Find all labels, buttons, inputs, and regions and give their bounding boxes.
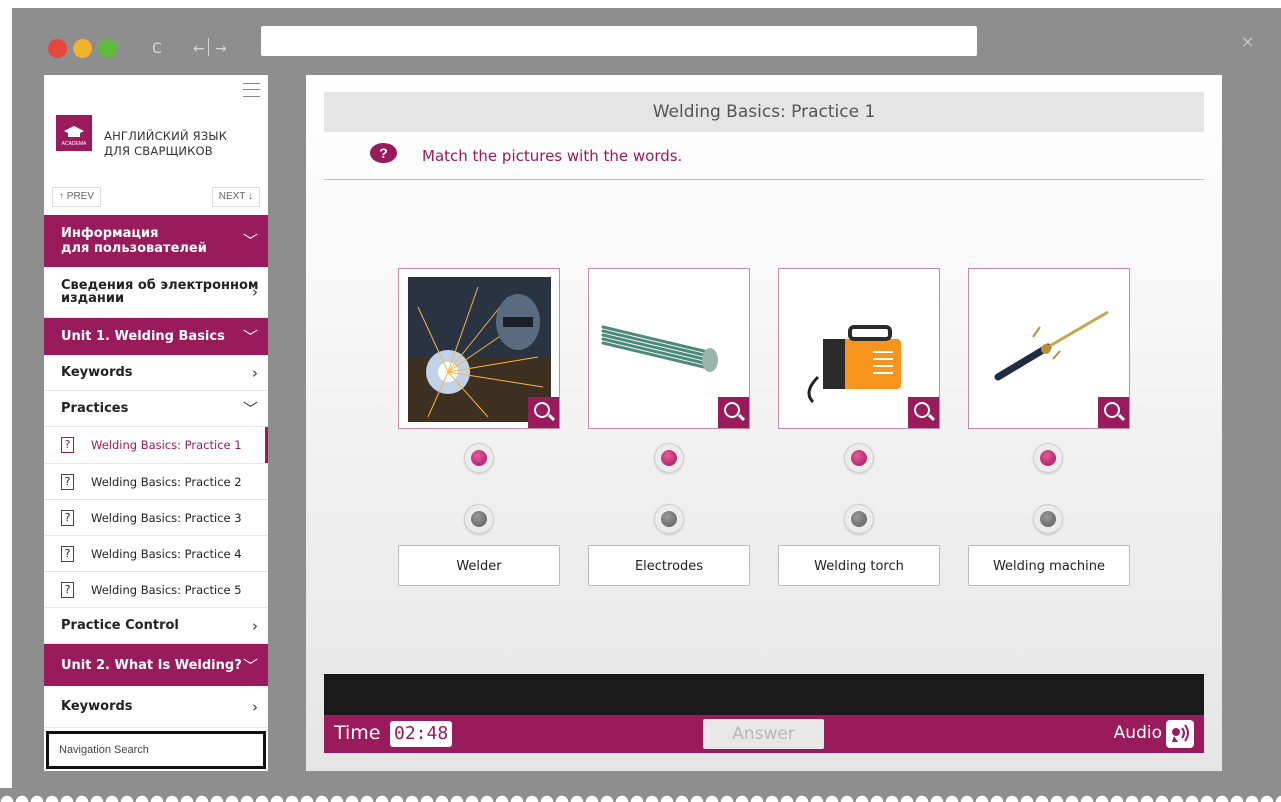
nav-item-practices[interactable]: Practices ﹀ [44, 391, 268, 427]
nav-section-user-info[interactable]: Информация для пользователей ﹀ [44, 215, 268, 267]
menu-icon[interactable] [243, 83, 260, 97]
nav-item-keywords-unit1[interactable]: Keywords › [44, 355, 268, 391]
page-title: Welding Basics: Practice 1 [324, 92, 1204, 132]
sidebar: ACADEMA АНГЛИЙСКИЙ ЯЗЫК ДЛЯ СВАРЩИКОВ ↑ … [44, 75, 268, 771]
address-bar[interactable] [261, 26, 977, 56]
word-radio-3[interactable] [844, 504, 874, 534]
nav-practice-label: Welding Basics: Practice 1 [91, 438, 242, 452]
nav-practice-1[interactable]: ? Welding Basics: Practice 1 [44, 427, 268, 464]
active-indicator [265, 427, 268, 463]
instruction-text: Match the pictures with the words. [422, 147, 683, 165]
zoom-icon[interactable] [908, 397, 939, 428]
nav-item-practice-control[interactable]: Practice Control › [44, 608, 268, 644]
chevron-down-icon: ﹀ [242, 400, 258, 418]
chevron-right-icon: › [252, 363, 258, 382]
course-title-line1: АНГЛИЙСКИЙ ЯЗЫК [104, 129, 228, 143]
graduation-cap-icon: ACADEMA [62, 126, 87, 147]
picture-radio-3[interactable] [844, 443, 874, 473]
window-controls [48, 39, 117, 58]
nav-section-user-info-label1: Информация [61, 226, 159, 241]
question-box-icon: ? [61, 545, 74, 562]
nav-practice-label: Welding Basics: Practice 5 [91, 582, 242, 597]
audio-label: Audio [1113, 723, 1162, 743]
chevron-right-icon: › [252, 616, 258, 635]
minimize-window-button[interactable] [73, 39, 92, 58]
word-radio-1[interactable] [464, 504, 494, 534]
maximize-window-button[interactable] [98, 39, 117, 58]
question-icon: ? [370, 143, 397, 163]
nav-section-unit1[interactable]: Unit 1. Welding Basics ﹀ [44, 318, 268, 355]
word-box-2[interactable]: Electrodes [588, 545, 750, 586]
picture-radio-4[interactable] [1033, 443, 1063, 473]
next-button[interactable]: NEXT ↓ [211, 187, 260, 207]
nav-separator [208, 38, 209, 56]
nav-item-keywords-label: Keywords [61, 699, 133, 714]
forward-icon[interactable]: → [215, 41, 227, 57]
academia-logo: ACADEMA [56, 115, 92, 151]
zoom-icon[interactable] [718, 397, 749, 428]
nav-item-keywords-label: Keywords [61, 365, 133, 380]
word-box-1[interactable]: Welder [398, 545, 560, 586]
nav-item-practices-label: Practices [61, 401, 129, 416]
divider [324, 179, 1204, 180]
chevron-down-icon: ﹀ [242, 656, 258, 675]
back-icon[interactable]: ← [193, 41, 205, 57]
nav-section-unit2-label: Unit 2. What Is Welding? [61, 657, 242, 673]
speaker-icon[interactable] [1166, 720, 1194, 748]
chevron-right-icon: › [252, 282, 258, 301]
zoom-icon[interactable] [1098, 397, 1129, 428]
word-box-3[interactable]: Welding torch [778, 545, 940, 586]
nav-item-practice-control-label: Practice Control [61, 618, 179, 633]
nav-practice-3[interactable]: ? Welding Basics: Practice 3 [44, 500, 268, 536]
picture-radio-1[interactable] [464, 443, 494, 473]
nav-section-unit1-label: Unit 1. Welding Basics [61, 329, 225, 344]
question-box-icon: ? [61, 581, 74, 598]
close-icon[interactable]: × [1241, 32, 1254, 51]
logo-mark: ACADEMA [62, 141, 87, 147]
page-edge-decoration [0, 788, 1281, 802]
timer-value: 02:48 [390, 721, 453, 747]
question-box-icon: ? [61, 473, 74, 490]
nav-practice-4[interactable]: ? Welding Basics: Practice 4 [44, 536, 268, 572]
course-title: АНГЛИЙСКИЙ ЯЗЫК ДЛЯ СВАРЩИКОВ [104, 129, 227, 159]
picture-card-3[interactable] [778, 268, 940, 429]
nav-practice-2[interactable]: ? Welding Basics: Practice 2 [44, 464, 268, 500]
question-box-icon: ? [61, 509, 74, 526]
chevron-down-icon: ﹀ [242, 328, 258, 346]
close-window-button[interactable] [48, 39, 67, 58]
nav-practice-label: Welding Basics: Practice 4 [91, 546, 242, 561]
nav-item-keywords-unit2[interactable]: Keywords › [44, 686, 268, 728]
nav-section-user-info-label2: для пользователей [61, 241, 207, 256]
nav-practice-label: Welding Basics: Practice 2 [91, 474, 242, 489]
picture-card-1[interactable] [398, 268, 560, 429]
footer-bar: Time 02:48 Answer Audio [324, 715, 1204, 753]
time-label: Time [334, 722, 381, 744]
nav-practice-label: Welding Basics: Practice 3 [91, 510, 242, 525]
picture-radio-2[interactable] [654, 443, 684, 473]
chevron-right-icon: › [252, 697, 258, 716]
word-radio-4[interactable] [1033, 504, 1063, 534]
reload-icon[interactable]: C [152, 41, 162, 57]
picture-card-4[interactable] [968, 268, 1130, 429]
nav-item-edition-info-label2: издании [61, 291, 125, 306]
course-title-line2: ДЛЯ СВАРЩИКОВ [104, 144, 213, 158]
feedback-panel [324, 674, 1204, 715]
question-box-icon: ? [61, 437, 74, 453]
word-radio-2[interactable] [654, 504, 684, 534]
navigation-search-input[interactable]: Navigation Search [46, 731, 266, 769]
chevron-down-icon: ﹀ [242, 231, 258, 250]
nav-practice-5[interactable]: ? Welding Basics: Practice 5 [44, 572, 268, 608]
answer-button[interactable]: Answer [703, 719, 824, 749]
zoom-icon[interactable] [528, 397, 559, 428]
picture-card-2[interactable] [588, 268, 750, 429]
word-box-4[interactable]: Welding machine [968, 545, 1130, 586]
main-content: Welding Basics: Practice 1 ? Match the p… [306, 75, 1222, 771]
nav-section-unit2[interactable]: Unit 2. What Is Welding? ﹀ [44, 644, 268, 686]
prev-button[interactable]: ↑ PREV [52, 187, 102, 207]
nav-item-edition-info[interactable]: Сведения об электронном издании › [44, 267, 268, 318]
